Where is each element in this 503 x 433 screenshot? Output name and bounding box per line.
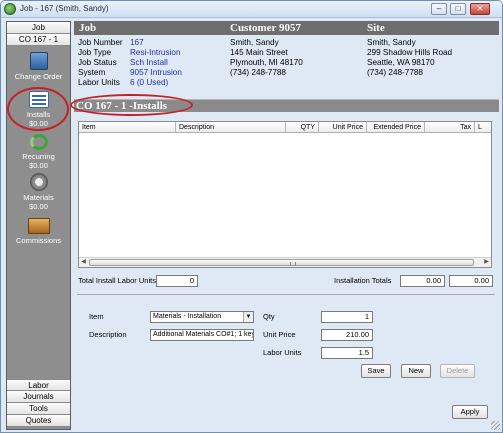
header-customer: Customer 9057 <box>230 22 301 34</box>
apply-button[interactable]: Apply <box>452 405 488 419</box>
system-label: System <box>78 68 106 77</box>
column-description[interactable]: Description <box>176 122 286 133</box>
item-select-value: Materials - Installation <box>153 313 222 320</box>
title-bar[interactable]: Job - 167 (Smith, Sandy) – □ ✕ <box>1 1 502 18</box>
installation-totals-label: Installation Totals <box>334 276 392 285</box>
sidebar-item-label: Recurring <box>22 152 55 161</box>
save-button[interactable]: Save <box>361 364 391 378</box>
customer-city: Plymouth, MI 48170 <box>230 58 303 67</box>
installation-total-field-1[interactable]: 0.00 <box>400 275 445 287</box>
installs-grid[interactable]: Item Description QTY Unit Price Extended… <box>78 121 492 268</box>
column-unit-price[interactable]: Unit Price <box>319 122 367 133</box>
sidebar-tab-labor[interactable]: Labor <box>7 379 70 391</box>
scroll-right-icon[interactable]: ▶ <box>482 258 491 267</box>
qty-label: Qty <box>263 312 275 321</box>
site-info: Smith, Sandy 299 Shadow Hills Road Seatt… <box>367 38 452 78</box>
detail-labor-units-label: Labor Units <box>263 348 302 357</box>
header-job: Job <box>79 22 97 34</box>
site-name: Smith, Sandy <box>367 38 416 47</box>
sidebar-item-label: Commissions <box>15 236 61 245</box>
sidebar-tab-journals[interactable]: Journals <box>7 391 70 403</box>
column-tax[interactable]: Tax <box>425 122 475 133</box>
sidebar-item-amount: $0.00 <box>29 202 48 211</box>
recurring-icon <box>29 134 48 150</box>
scroll-left-icon[interactable]: ◀ <box>79 258 88 267</box>
new-button[interactable]: New <box>401 364 431 378</box>
job-status-value: Sch Install <box>130 58 168 67</box>
highlight-oval-installs <box>7 87 69 131</box>
column-labor[interactable]: L <box>475 122 491 133</box>
description-field[interactable]: Additional Materials CO#1; 1 key <box>150 329 254 341</box>
customer-phone: (734) 248-7788 <box>230 68 286 77</box>
sidebar-item-materials[interactable]: Materials $0.00 <box>7 173 70 211</box>
unit-price-label: Unit Price <box>263 330 296 339</box>
labor-units-value: 6 (0 Used) <box>130 78 169 87</box>
detail-panel <box>77 294 495 386</box>
detail-labor-units-field[interactable]: 1.5 <box>321 347 373 359</box>
sidebar-tab-change-order[interactable]: CO 167 - 1 <box>7 34 70 46</box>
customer-street: 145 Main Street <box>230 48 288 57</box>
site-street: 299 Shadow Hills Road <box>367 48 453 57</box>
job-number-value: 167 <box>130 38 144 47</box>
chevron-down-icon[interactable]: ▼ <box>243 312 253 322</box>
customer-info: Smith, Sandy 145 Main Street Plymouth, M… <box>230 38 303 78</box>
item-label: Item <box>89 312 104 321</box>
minimize-button[interactable]: – <box>431 3 447 15</box>
site-city: Seattle, WA 98170 <box>367 58 435 67</box>
materials-icon <box>29 173 48 191</box>
sidebar-item-commissions[interactable]: Commissions <box>7 218 70 245</box>
grid-header: Item Description QTY Unit Price Extended… <box>79 122 491 133</box>
customer-name: Smith, Sandy <box>230 38 279 47</box>
window-title: Job - 167 (Smith, Sandy) <box>20 4 109 13</box>
labor-units-label: Labor Units <box>78 78 120 87</box>
installation-total-field-2[interactable]: 0.00 <box>449 275 493 287</box>
unit-price-field[interactable]: 210.00 <box>321 329 373 341</box>
system-value: 9057 Intrusion <box>130 68 182 77</box>
sidebar-item-label: Materials <box>23 193 54 202</box>
column-qty[interactable]: QTY <box>286 122 319 133</box>
job-status-label: Job Status <box>78 58 117 67</box>
job-header-band: Job Customer 9057 Site <box>74 21 499 35</box>
sidebar-item-label: Change Order <box>14 72 63 81</box>
site-phone: (734) 248-7788 <box>367 68 423 77</box>
maximize-button[interactable]: □ <box>450 3 466 15</box>
resize-grip-icon[interactable] <box>491 421 500 430</box>
sidebar: Job CO 167 - 1 Change Order Installs $0.… <box>6 21 71 430</box>
job-number-label: Job Number <box>78 38 123 47</box>
sidebar-item-change-order[interactable]: Change Order <box>7 52 70 81</box>
header-site: Site <box>367 22 385 34</box>
description-label: Description <box>89 330 127 339</box>
column-item[interactable]: Item <box>79 122 176 133</box>
sidebar-item-recurring[interactable]: Recurring $0.00 <box>7 134 70 170</box>
job-info: Job Number 167 Job Type Resi-Intrusion Job… <box>78 38 182 88</box>
app-icon <box>4 3 16 15</box>
job-window: Job - 167 (Smith, Sandy) – □ ✕ Job CO 16… <box>0 0 503 433</box>
sidebar-tab-tools[interactable]: Tools <box>7 403 70 415</box>
qty-field[interactable]: 1 <box>321 311 373 323</box>
scrollbar-grip-icon <box>290 262 296 266</box>
job-type-value: Resi-Intrusion <box>130 48 181 57</box>
change-order-icon <box>29 52 48 70</box>
close-button[interactable]: ✕ <box>470 3 490 15</box>
grid-horizontal-scrollbar[interactable]: ◀ ▶ <box>79 257 491 267</box>
total-labor-units-label: Total Install Labor Units <box>78 276 156 285</box>
job-type-label: Job Type <box>78 48 112 57</box>
sidebar-tab-job[interactable]: Job <box>7 22 70 34</box>
total-labor-units-field[interactable]: 0 <box>156 275 198 287</box>
highlight-oval-section <box>70 94 193 116</box>
scrollbar-thumb[interactable] <box>89 259 474 266</box>
sidebar-tab-quotes[interactable]: Quotes <box>7 415 70 427</box>
item-select[interactable]: Materials - Installation ▼ <box>150 311 254 323</box>
delete-button[interactable]: Delete <box>440 364 475 378</box>
commissions-icon <box>27 218 50 234</box>
column-extended-price[interactable]: Extended Price <box>367 122 425 133</box>
sidebar-item-amount: $0.00 <box>29 161 48 170</box>
